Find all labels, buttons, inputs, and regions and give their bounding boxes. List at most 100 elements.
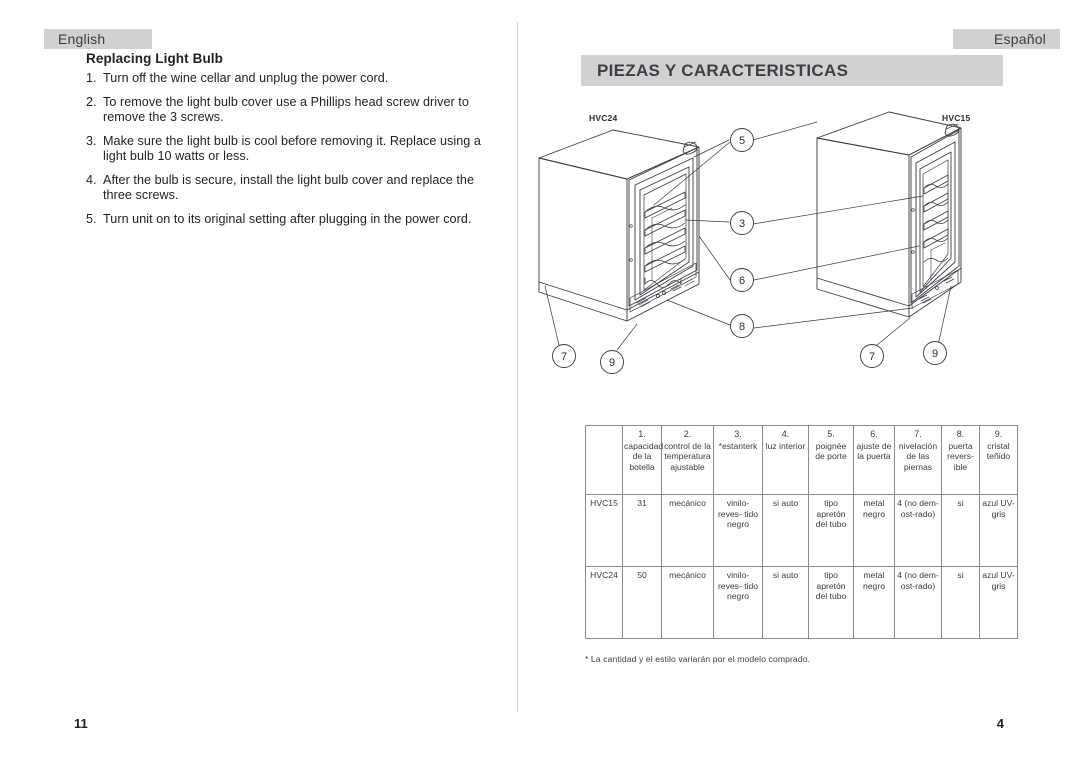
header-label: capacidad de la botella xyxy=(624,440,664,472)
cabinet-hvc15-door xyxy=(910,123,960,304)
cell-model: HVC24 xyxy=(585,566,623,639)
header-number: 1. xyxy=(638,429,646,439)
header-label: nivelación de las piernas xyxy=(898,440,938,472)
list-item-number: 2. xyxy=(86,94,97,109)
cell-cristal: azul UV-gris xyxy=(979,566,1018,639)
table-row: HVC24 50 mecánico vinilo-reves- tido neg… xyxy=(585,566,1018,639)
english-steps-list: 1. Turn off the wine cellar and unplug t… xyxy=(86,71,506,235)
list-item-text: Turn unit on to its original setting aft… xyxy=(103,211,472,226)
header-label: ajuste de la puerta xyxy=(856,440,892,462)
list-item: 1. Turn off the wine cellar and unplug t… xyxy=(86,71,506,87)
table-header-cristal-tenido: 9. cristal teñido xyxy=(979,425,1018,495)
cell-luz: si auto xyxy=(762,494,809,567)
page-number-right: 4 xyxy=(996,716,1004,731)
spanish-column: PIEZAS Y CARACTERISTICAS HVC24 HVC15 5 3… xyxy=(517,0,1080,763)
table-row: HVC15 31 mecánico vinilo-reves- tido neg… xyxy=(585,494,1018,567)
spanish-section-banner: PIEZAS Y CARACTERISTICAS xyxy=(581,55,1003,86)
list-item: 5. Turn unit on to its original setting … xyxy=(86,212,506,228)
svg-text:7: 7 xyxy=(869,351,875,363)
spanish-section-title: PIEZAS Y CARACTERISTICAS xyxy=(597,60,849,80)
header-number: 6. xyxy=(870,429,878,439)
english-section-heading: Replacing Light Bulb xyxy=(86,51,223,66)
page-number-left: 11 xyxy=(74,716,88,731)
cabinet-hvc15-shelves xyxy=(923,174,949,281)
cell-poignee: tipo apretón del tubo xyxy=(808,566,854,639)
list-item: 4. After the bulb is secure, install the… xyxy=(86,173,506,204)
header-number: 9. xyxy=(994,429,1003,439)
svg-text:5: 5 xyxy=(739,135,745,147)
table-header-luz-interior: 4. luz interior xyxy=(762,425,809,495)
callout-3: 3 xyxy=(730,211,754,235)
svg-text:9: 9 xyxy=(609,357,615,369)
document-page: English Español Replacing Light Bulb 1. … xyxy=(0,0,1080,763)
cell-model: HVC15 xyxy=(585,494,623,567)
header-label: puerta revers- ible xyxy=(947,440,974,472)
table-header-nivelacion-piernas: 7. nivelación de las piernas xyxy=(894,425,942,495)
table-header-capacidad: 1. capacidad de la botella xyxy=(622,425,664,495)
english-column: Replacing Light Bulb 1. Turn off the win… xyxy=(0,0,517,763)
table-header-puerta-reversible: 8. puerta revers- ible xyxy=(941,425,980,495)
cell-estanteria: vinilo-reves- tido negro xyxy=(713,566,763,639)
list-item-number: 1. xyxy=(86,71,97,85)
list-item-number: 5. xyxy=(86,211,97,226)
wine-cellar-parts-diagram: 5 3 6 8 7 9 7 9 xyxy=(517,100,1080,400)
list-item-text: Turn off the wine cellar and unplug the … xyxy=(103,71,389,85)
table-header-estanteria: 3. *estanterk xyxy=(713,425,763,495)
header-label: control de la temperatura ajustable xyxy=(664,440,711,472)
cell-nivelacion: 4 (no dem- ost-rado) xyxy=(894,494,942,567)
svg-text:7: 7 xyxy=(561,351,567,363)
cell-control: mecánico xyxy=(661,566,714,639)
svg-text:6: 6 xyxy=(739,275,745,287)
cell-control: mecánico xyxy=(661,494,714,567)
cell-capacidad: 50 xyxy=(622,566,662,639)
callout-9-right: 9 xyxy=(923,341,947,365)
table-header-row: 1. capacidad de la botella 2. control de… xyxy=(585,425,1018,495)
table-header-control-temperatura: 2. control de la temperatura ajustable xyxy=(661,425,714,495)
header-label: poignée de porte xyxy=(815,440,847,462)
cell-ajuste: metal negro xyxy=(853,566,895,639)
callout-5: 5 xyxy=(730,128,754,152)
list-item-text: After the bulb is secure, install the li… xyxy=(103,172,475,203)
cell-luz: si auto xyxy=(762,566,809,639)
svg-text:8: 8 xyxy=(739,321,745,333)
cell-poignee: tipo apretón del tubo xyxy=(808,494,854,567)
cabinet-hvc24-shelves xyxy=(644,191,686,288)
header-number: 7. xyxy=(914,429,922,439)
list-item: 3. Make sure the light bulb is cool befo… xyxy=(86,134,506,165)
specifications-table: 1. capacidad de la botella 2. control de… xyxy=(585,425,1018,639)
cabinet-hvc15-body xyxy=(816,111,962,318)
header-number: 2. xyxy=(683,429,692,439)
cell-reversible: si xyxy=(941,494,980,567)
cell-nivelacion: 4 (no dem- ost-rado) xyxy=(894,566,942,639)
cell-estanteria: vinilo-reves- tido negro xyxy=(713,494,763,567)
cell-cristal: azul UV-gris xyxy=(979,494,1018,567)
table-footnote: * La cantidad y el estilo variarán por e… xyxy=(585,654,811,664)
header-number: 4. xyxy=(781,429,790,439)
table-header-model-blank xyxy=(585,425,623,495)
cell-capacidad: 31 xyxy=(622,494,662,567)
callout-7-right: 7 xyxy=(860,344,884,368)
list-item-text: To remove the light bulb cover use a Phi… xyxy=(103,94,469,125)
list-item-number: 4. xyxy=(86,172,97,187)
cell-reversible: si xyxy=(941,566,980,639)
list-item-text: Make sure the light bulb is cool before … xyxy=(103,133,481,164)
table-header-poignee-de-porte: 5. poignée de porte xyxy=(808,425,854,495)
header-number: 3. xyxy=(734,429,742,439)
list-item: 2. To remove the light bulb cover use a … xyxy=(86,95,506,126)
list-item-number: 3. xyxy=(86,133,97,148)
header-number: 5. xyxy=(827,429,835,439)
table-header-ajuste-puerta: 6. ajuste de la puerta xyxy=(853,425,895,495)
callout-7-left: 7 xyxy=(552,344,576,368)
header-label: *estanterk xyxy=(718,440,758,451)
cabinet-hvc24-door xyxy=(628,141,698,307)
cell-ajuste: metal negro xyxy=(853,494,895,567)
header-number: 8. xyxy=(956,429,965,439)
svg-text:9: 9 xyxy=(932,348,938,360)
specifications-table-container: 1. capacidad de la botella 2. control de… xyxy=(585,425,1018,639)
header-label: luz interior xyxy=(765,440,806,451)
callout-9-left: 9 xyxy=(600,350,624,374)
callout-8: 8 xyxy=(730,314,754,338)
svg-text:3: 3 xyxy=(739,218,745,230)
callout-6: 6 xyxy=(730,268,754,292)
header-label: cristal teñido xyxy=(986,440,1011,462)
